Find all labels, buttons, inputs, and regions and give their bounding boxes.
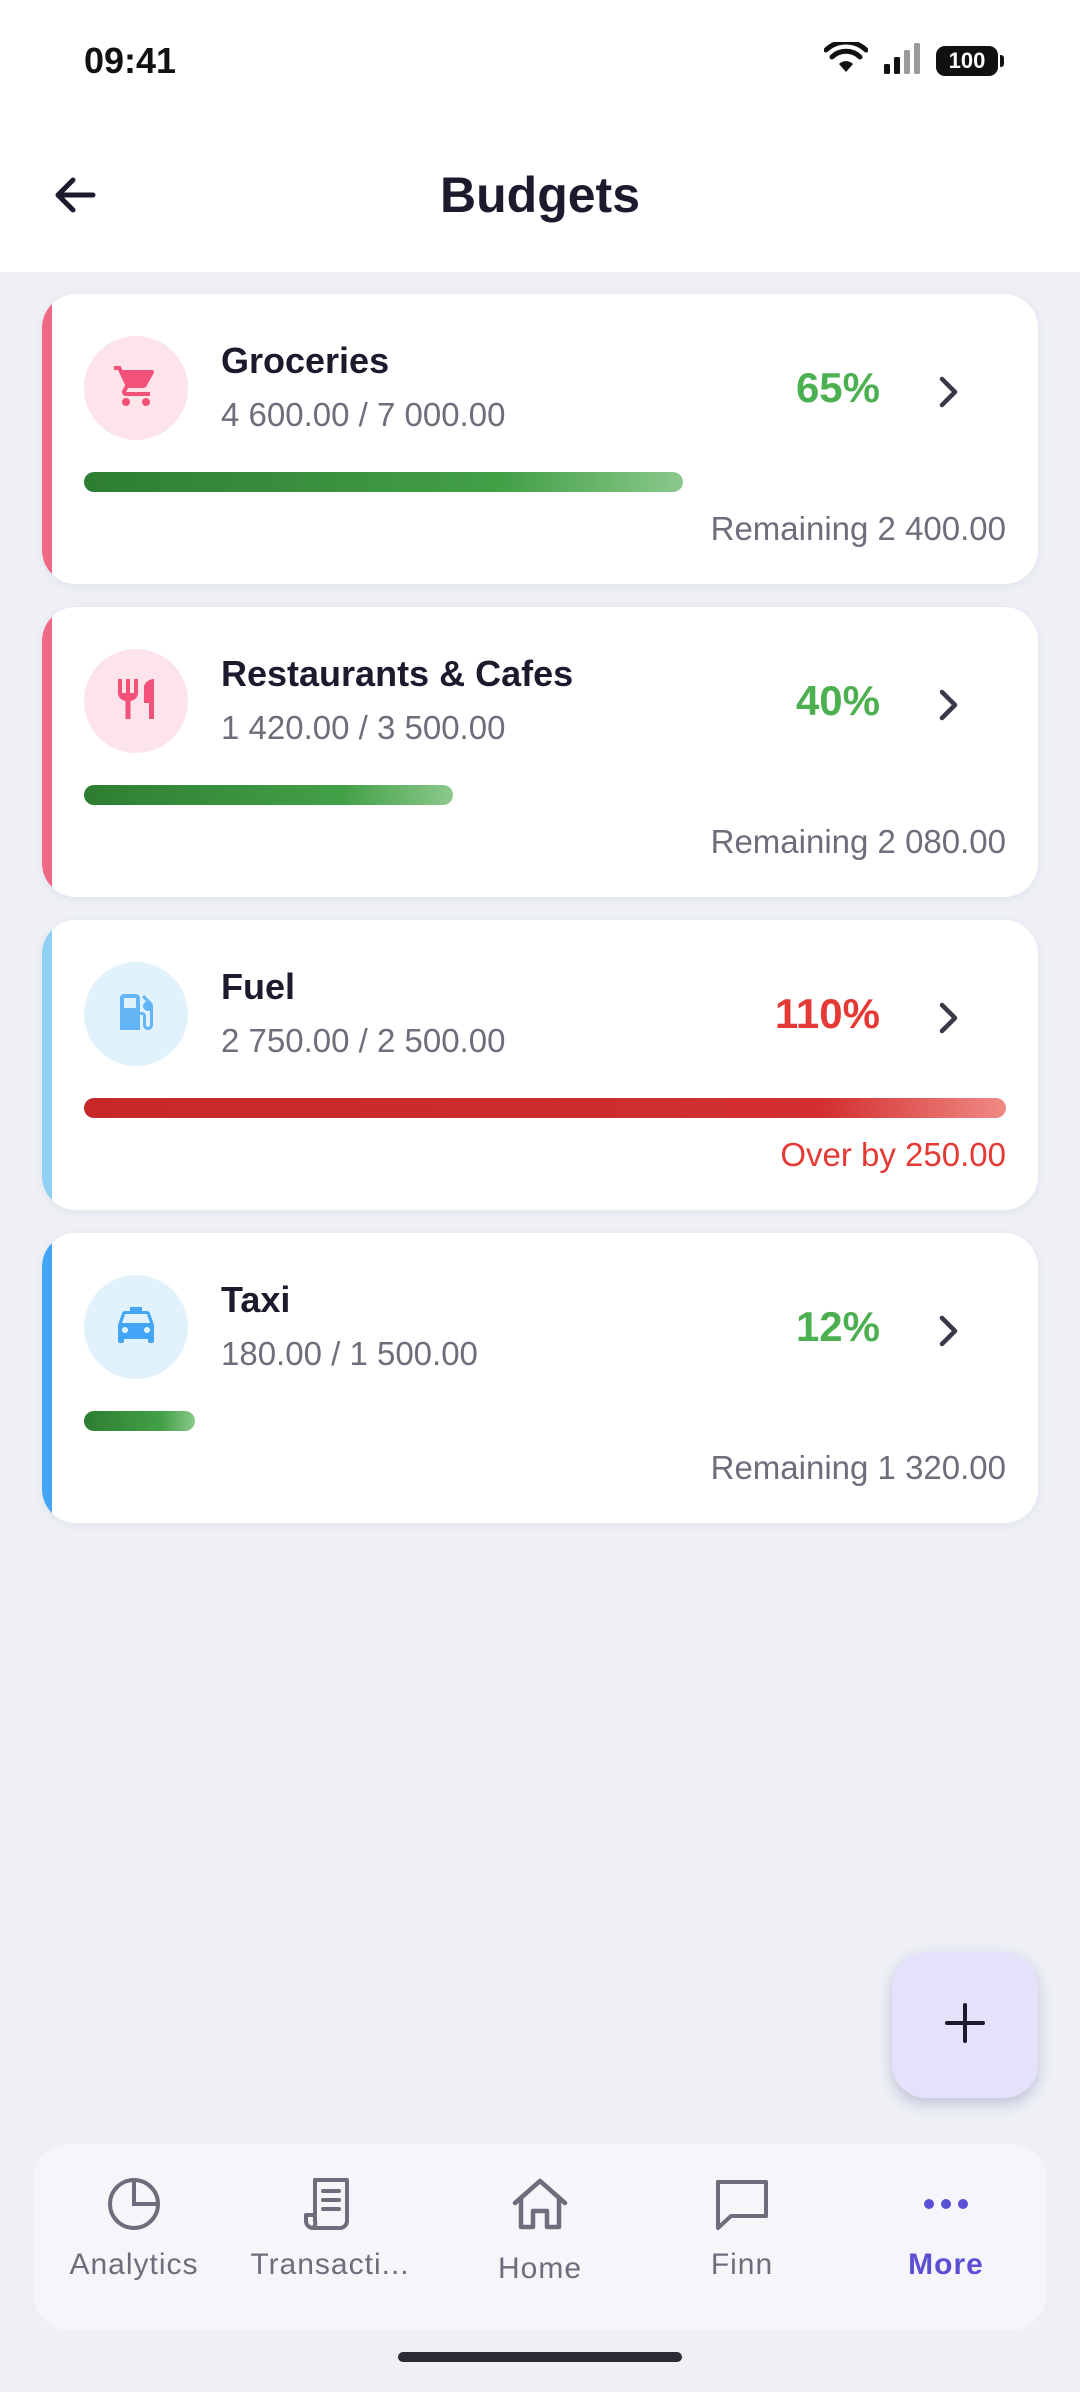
home-icon <box>508 2172 572 2236</box>
budget-amount: 4 600.00 / 7 000.00 <box>221 396 506 433</box>
budget-progress-fill <box>84 472 683 492</box>
status-icons: 100 <box>823 39 1004 79</box>
pie-chart-icon <box>102 2172 166 2236</box>
budget-progress-fill <box>84 1411 195 1431</box>
taxi-icon <box>112 1301 160 1354</box>
budget-progress-bar <box>84 1411 1006 1431</box>
status-bar: 09:41 100 <box>0 0 1080 120</box>
battery-icon: 100 <box>936 45 1004 76</box>
status-time: 09:41 <box>84 40 177 81</box>
plus-icon <box>943 2001 987 2050</box>
nav-label: Analytics <box>69 2248 199 2281</box>
budget-name: Groceries <box>221 340 390 381</box>
chevron-right-icon <box>928 372 968 412</box>
budget-remaining: Remaining 2 400.00 <box>710 510 1006 547</box>
budget-name: Restaurants & Cafes <box>221 653 574 694</box>
budget-amount: 2 750.00 / 2 500.00 <box>221 1022 506 1059</box>
budget-percent: 65% <box>795 364 880 411</box>
budget-progress-bar <box>84 785 1006 805</box>
chat-icon <box>710 2172 774 2236</box>
nav-label: Home <box>497 2252 583 2285</box>
budget-remaining: Over by 250.00 <box>780 1136 1006 1173</box>
app-bar: Budgets <box>0 120 1080 272</box>
chevron-right-icon <box>928 1311 968 1351</box>
budget-card-fuel[interactable]: Fuel 2 750.00 / 2 500.00 110% Over by 25… <box>42 920 1038 1210</box>
category-icon-circle <box>84 336 188 440</box>
budget-list: Groceries 4 600.00 / 7 000.00 65% Remain… <box>42 294 1038 1546</box>
nav-label: Finn <box>710 2248 774 2281</box>
home-indicator <box>398 2352 682 2362</box>
nav-item-more[interactable]: More <box>846 2172 1046 2312</box>
receipt-icon <box>298 2172 362 2236</box>
chevron-right-icon <box>928 685 968 725</box>
page-title: Budgets <box>440 167 640 223</box>
fork-knife-icon <box>112 675 160 728</box>
card-accent <box>42 1233 52 1523</box>
card-accent <box>42 607 52 897</box>
category-icon-circle <box>84 649 188 753</box>
nav-item-finn[interactable]: Finn <box>642 2172 842 2312</box>
budget-amount: 180.00 / 1 500.00 <box>221 1335 478 1372</box>
budget-card-restaurants[interactable]: Restaurants & Cafes 1 420.00 / 3 500.00 … <box>42 607 1038 897</box>
card-accent <box>42 920 52 1210</box>
budget-card-groceries[interactable]: Groceries 4 600.00 / 7 000.00 65% Remain… <box>42 294 1038 584</box>
nav-item-transactions[interactable]: Transacti... <box>230 2172 430 2312</box>
budget-remaining: Remaining 2 080.00 <box>710 823 1006 860</box>
budget-progress-bar <box>84 1098 1006 1118</box>
chevron-right-icon <box>928 998 968 1038</box>
budget-percent: 12% <box>795 1303 880 1350</box>
budget-progress-fill <box>84 1098 1006 1118</box>
budget-name: Taxi <box>221 1279 291 1320</box>
fuel-pump-icon <box>112 988 160 1041</box>
nav-label: Transacti... <box>250 2248 410 2281</box>
budget-name: Fuel <box>221 966 296 1007</box>
budget-card-taxi[interactable]: Taxi 180.00 / 1 500.00 12% Remaining 1 3… <box>42 1233 1038 1523</box>
budget-remaining: Remaining 1 320.00 <box>710 1449 1006 1486</box>
bottom-nav: Analytics Transacti... Home Finn More <box>34 2144 1046 2330</box>
wifi-icon <box>823 39 869 79</box>
nav-label: More <box>908 2248 984 2281</box>
budget-progress-bar <box>84 472 1006 492</box>
add-budget-button[interactable] <box>892 1952 1038 2098</box>
budget-percent: 110% <box>774 990 880 1037</box>
card-accent <box>42 294 52 584</box>
nav-item-home[interactable]: Home <box>440 2172 640 2312</box>
signal-icon <box>882 42 922 79</box>
budget-percent: 40% <box>795 677 880 724</box>
category-icon-circle <box>84 1275 188 1379</box>
budget-amount: 1 420.00 / 3 500.00 <box>221 709 506 746</box>
more-dots-icon <box>914 2172 978 2236</box>
nav-item-analytics[interactable]: Analytics <box>34 2172 234 2312</box>
cart-icon <box>112 362 160 415</box>
budget-progress-fill <box>84 785 453 805</box>
category-icon-circle <box>84 962 188 1066</box>
